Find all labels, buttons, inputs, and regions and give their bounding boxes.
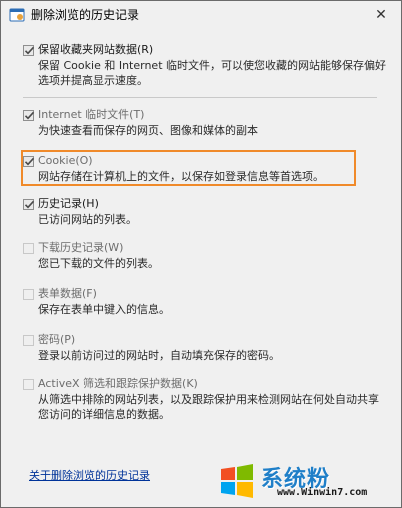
close-button[interactable]: ✕	[367, 3, 395, 27]
option-title: 历史记录(H)	[38, 197, 99, 210]
option-description: 已访问网站的列表。	[38, 213, 137, 226]
option-description: 从筛选中排除的网站列表，以及跟踪保护用来检测网站在何处自动共享您访问的详细信息的…	[38, 393, 379, 421]
option-temp-internet-files[interactable]: Internet 临时文件(T) 为快速查看而保存的网页、图像和媒体的副本	[23, 108, 383, 140]
option-title: 下载历史记录(W)	[38, 241, 124, 254]
option-title: Internet 临时文件(T)	[38, 108, 145, 121]
checkmark-icon	[24, 200, 35, 209]
separator	[23, 97, 377, 98]
window-title: 删除浏览的历史记录	[31, 8, 140, 22]
checkmark-icon	[24, 111, 35, 120]
option-title: 密码(P)	[38, 333, 76, 346]
about-delete-history-link[interactable]: 关于删除浏览的历史记录	[29, 467, 150, 483]
temp-internet-files-checkbox[interactable]	[23, 110, 35, 121]
option-preserve-favorites[interactable]: 保留收藏夹网站数据(R) 保留 Cookie 和 Internet 临时文件，可…	[23, 43, 386, 91]
checkmark-icon	[24, 157, 35, 166]
form-data-checkbox[interactable]	[23, 289, 34, 300]
history-checkbox[interactable]	[23, 199, 35, 210]
option-description: 为快速查看而保存的网页、图像和媒体的副本	[38, 124, 258, 137]
option-passwords[interactable]: 密码(P) 登录以前访问过的网站时，自动填充保存的密码。	[23, 333, 383, 365]
ie-app-icon	[9, 8, 25, 22]
option-download-history[interactable]: 下载历史记录(W) 您已下载的文件的列表。	[23, 241, 383, 273]
option-description: 您已下载的文件的列表。	[38, 257, 159, 270]
checkmark-icon	[24, 46, 35, 55]
option-form-data[interactable]: 表单数据(F) 保存在表单中键入的信息。	[23, 287, 383, 319]
delete-browsing-history-dialog: 删除浏览的历史记录 ✕ 保留收藏夹网站数据(R) 保留 Cookie 和 Int…	[0, 0, 402, 508]
option-description: 登录以前访问过的网站时，自动填充保存的密码。	[38, 349, 280, 362]
option-title: 保留收藏夹网站数据(R)	[38, 43, 154, 56]
dialog-content: 保留收藏夹网站数据(R) 保留 Cookie 和 Internet 临时文件，可…	[11, 31, 391, 501]
option-description: 保留 Cookie 和 Internet 临时文件，可以使您收藏的网站能够保存偏…	[38, 59, 386, 87]
option-title: Cookie(O)	[38, 154, 93, 167]
option-title: 表单数据(F)	[38, 287, 97, 300]
option-history[interactable]: 历史记录(H) 已访问网站的列表。	[23, 197, 383, 229]
download-history-checkbox[interactable]	[23, 243, 34, 254]
cookies-checkbox[interactable]	[23, 156, 35, 167]
close-icon: ✕	[375, 7, 387, 23]
option-description: 保存在表单中键入的信息。	[38, 303, 170, 316]
activex-tracking-checkbox[interactable]	[23, 379, 34, 390]
option-description: 网站存储在计算机上的文件，以保存如登录信息等首选项。	[38, 170, 324, 183]
option-title: ActiveX 筛选和跟踪保护数据(K)	[38, 377, 198, 390]
passwords-checkbox[interactable]	[23, 335, 34, 346]
preserve-favorites-checkbox[interactable]	[23, 45, 35, 56]
title-bar[interactable]: 删除浏览的历史记录 ✕	[1, 1, 401, 29]
option-cookies[interactable]: Cookie(O) 网站存储在计算机上的文件，以保存如登录信息等首选项。	[23, 154, 383, 186]
option-activex-tracking[interactable]: ActiveX 筛选和跟踪保护数据(K) 从筛选中排除的网站列表，以及跟踪保护用…	[23, 377, 383, 425]
